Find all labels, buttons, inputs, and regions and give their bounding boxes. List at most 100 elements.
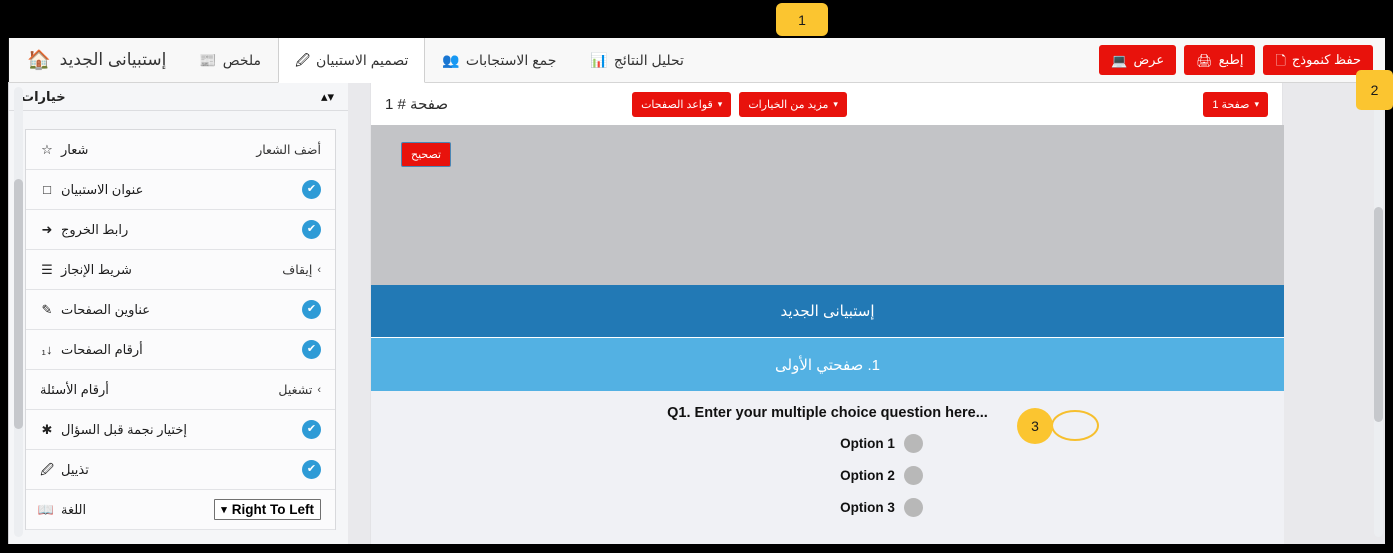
- radio-icon[interactable]: [903, 465, 923, 485]
- survey-page-name-text: 1. صفحتي الأولى: [775, 356, 880, 374]
- radio-icon[interactable]: [903, 497, 923, 517]
- survey-title-bar[interactable]: إستبيانى الجديد: [371, 285, 1284, 337]
- sidebar-scrollbar-track[interactable]: [14, 87, 23, 537]
- sidebar-item-page-numbers-toggle[interactable]: ✔: [302, 340, 321, 359]
- progress-bar-icon: ☰: [41, 262, 53, 277]
- question-block[interactable]: ...Q1. Enter your multiple choice questi…: [371, 391, 1284, 523]
- sidebar-item-question-numbers[interactable]: أرقام الأسئلة تشغيل ›: [26, 370, 335, 410]
- annotation-callout-3: 3: [1017, 408, 1053, 444]
- more-options-button[interactable]: مزيد من الخيارات ▾: [739, 91, 847, 117]
- sidebar-item-survey-title[interactable]: □ عنوان الاستبيان ✔: [26, 170, 335, 210]
- summary-icon: 📰: [199, 52, 217, 68]
- chevron-right-icon: ›: [317, 263, 321, 276]
- designer-scrollbar-thumb[interactable]: [1374, 207, 1383, 422]
- page-selector-button[interactable]: صفحة 1 ▾: [1203, 91, 1268, 117]
- sidebar-item-logo-value[interactable]: أضف الشعار: [256, 142, 321, 157]
- brand-title: إستبيانى الجديد: [59, 50, 167, 69]
- square-icon: □: [43, 182, 51, 197]
- sidebar-item-survey-title-toggle[interactable]: ✔: [302, 180, 321, 199]
- question-option-row[interactable]: Option 3: [479, 491, 1284, 523]
- sidebar-item-language[interactable]: 📖 اللغة ▾ Right To Left: [26, 490, 335, 530]
- survey-header-image: تصحيح: [371, 125, 1284, 285]
- preview-button-label: عرض: [1133, 52, 1165, 67]
- question-option-label: Option 2: [840, 467, 895, 483]
- chevron-down-icon: ▾: [221, 504, 227, 516]
- sidebar-item-logo[interactable]: ☆ شعار أضف الشعار: [26, 130, 335, 170]
- sidebar-scrollbar-thumb[interactable]: [14, 179, 23, 429]
- tab-summary[interactable]: 📰 ملخص: [182, 38, 278, 82]
- sidebar-item-progress-bar-value[interactable]: إيقاف ›: [282, 262, 321, 277]
- chevron-collapse-icon[interactable]: ▾▴: [321, 90, 334, 103]
- sidebar-item-required-star-toggle[interactable]: ✔: [302, 420, 321, 439]
- annotation-callout-3-number: 3: [1031, 418, 1039, 434]
- home-icon: 🏠: [27, 49, 51, 71]
- navbar-actions: 💻 عرض 🖨 إطبع 🗋 حفظ كنموذج: [1089, 38, 1385, 82]
- brand-home[interactable]: 🏠 إستبيانى الجديد: [8, 38, 182, 82]
- edit-header-button[interactable]: تصحيح: [401, 142, 452, 167]
- annotation-callout-1: 1: [776, 3, 828, 36]
- sidebar-item-page-titles[interactable]: ✎ عناوين الصفحات ✔: [26, 290, 335, 330]
- app-window: 🏠 إستبيانى الجديد 📰 ملخص 🖉 تصميم الاستبي…: [8, 38, 1385, 544]
- print-button[interactable]: 🖨 إطبع: [1184, 45, 1256, 75]
- page-toolbar: صفحة # 1 قواعد الصفحات ▾ مزيد من الخيارا…: [371, 83, 1282, 125]
- pencil-icon: ✎: [41, 302, 53, 317]
- annotation-callout-2-number: 2: [1370, 82, 1379, 98]
- question-text: ...Q1. Enter your multiple choice questi…: [667, 405, 988, 421]
- options-list: ☆ شعار أضف الشعار □ عنوان الاستبيان ✔ ➜ …: [25, 129, 336, 530]
- language-select-value: Right To Left: [231, 502, 314, 517]
- sidebar-item-question-numbers-label: أرقام الأسئلة: [40, 381, 109, 397]
- page-selector-button-label: صفحة 1: [1212, 98, 1250, 111]
- language-select[interactable]: ▾ Right To Left: [214, 499, 321, 520]
- sidebar-item-survey-title-label: عنوان الاستبيان: [61, 181, 144, 197]
- tab-analyze-results-label: تحليل النتائج: [613, 51, 684, 68]
- screenshot-root: 🏠 إستبيانى الجديد 📰 ملخص 🖉 تصميم الاستبي…: [0, 0, 1393, 553]
- page-rules-button[interactable]: قواعد الصفحات ▾: [632, 91, 732, 117]
- sidebar-item-question-numbers-value[interactable]: تشغيل ›: [278, 382, 321, 397]
- sidebar-item-progress-bar[interactable]: ☰ شريط الإنجاز إيقاف ›: [26, 250, 335, 290]
- chevron-right-icon: ›: [317, 383, 321, 396]
- tab-summary-label: ملخص: [222, 51, 262, 68]
- nav-tabs: 📰 ملخص 🖉 تصميم الاستبيان 👥 جمع الاستجابا…: [182, 38, 701, 83]
- top-navbar: 🏠 إستبيانى الجديد 📰 ملخص 🖉 تصميم الاستبي…: [8, 38, 1385, 83]
- sidebar-item-exit-link-toggle[interactable]: ✔: [302, 220, 321, 239]
- sidebar-item-page-numbers-label: أرقام الصفحات: [61, 341, 143, 357]
- survey-page-name-bar[interactable]: 1. صفحتي الأولى: [371, 337, 1284, 391]
- sidebar-item-exit-link[interactable]: ➜ رابط الخروج ✔: [26, 210, 335, 250]
- tab-survey-design[interactable]: 🖉 تصميم الاستبيان: [278, 38, 426, 83]
- paper-plane-icon: ➜: [41, 222, 53, 237]
- sidebar-item-question-numbers-value-text: تشغيل: [278, 383, 313, 397]
- pencil-square-icon: 🖉: [295, 52, 310, 68]
- asterisk-icon: ✱: [41, 422, 53, 437]
- sidebar-title: خيارات: [21, 88, 66, 104]
- sidebar-item-progress-bar-value-text: إيقاف: [282, 263, 313, 277]
- annotation-callout-1-number: 1: [798, 11, 806, 28]
- tab-collect-responses[interactable]: 👥 جمع الاستجابات: [425, 38, 573, 82]
- people-icon: 👥: [442, 52, 460, 68]
- designer-scrollbar-track[interactable]: [1374, 87, 1383, 537]
- question-option-row[interactable]: Option 2: [479, 459, 1284, 491]
- sidebar-item-required-star[interactable]: ✱ إختيار نجمة قبل السؤال ✔: [26, 410, 335, 450]
- question-option-label: Option 1: [840, 435, 895, 451]
- sidebar-header: خيارات ▾▴: [9, 83, 348, 111]
- survey-title-text: إستبيانى الجديد: [780, 303, 875, 320]
- copy-icon: 🗋: [1275, 52, 1286, 68]
- options-sidebar: خيارات ▾▴ ☆ شعار أضف الشعار □ عنوان الاس…: [8, 83, 348, 544]
- sidebar-item-footer-toggle[interactable]: ✔: [302, 460, 321, 479]
- sidebar-item-page-titles-toggle[interactable]: ✔: [302, 300, 321, 319]
- tab-analyze-results[interactable]: 📊 تحليل النتائج: [573, 38, 701, 82]
- radio-icon[interactable]: [903, 433, 923, 453]
- sidebar-item-page-numbers[interactable]: ↓₁ أرقام الصفحات ✔: [26, 330, 335, 370]
- tab-collect-responses-label: جمع الاستجابات: [465, 51, 557, 68]
- star-icon: ☆: [41, 142, 53, 157]
- chevron-down-icon: ▾: [833, 98, 838, 109]
- sidebar-item-language-label: اللغة: [61, 501, 87, 517]
- preview-button[interactable]: 💻 عرض: [1099, 45, 1177, 75]
- question-option-label: Option 3: [840, 499, 895, 515]
- sidebar-item-footer[interactable]: 🖉 تذييل ✔: [26, 450, 335, 490]
- question-option-row[interactable]: Option 1: [479, 427, 1284, 459]
- save-as-template-button-label: حفظ كنموذج: [1291, 52, 1361, 67]
- monitor-icon: 💻: [1111, 52, 1128, 68]
- bar-chart-icon: 📊: [590, 52, 608, 68]
- navbar-spacer: [717, 38, 1089, 82]
- designer-sheet: صفحة # 1 قواعد الصفحات ▾ مزيد من الخيارا…: [370, 83, 1284, 544]
